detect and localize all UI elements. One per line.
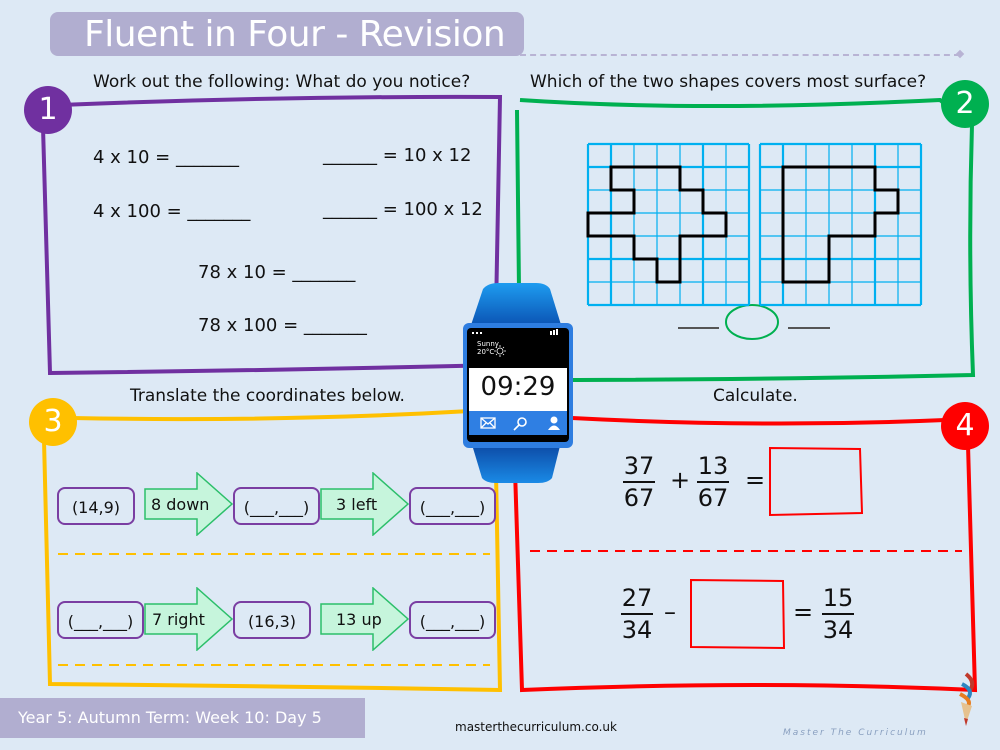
question-badge-2: 2 (941, 80, 989, 128)
q4-frame (513, 416, 978, 693)
pencil-logo-icon (959, 672, 975, 726)
coordinate-box: (14,9) (57, 487, 135, 525)
q1-prompt: Work out the following: What do you noti… (93, 72, 471, 92)
grid-shape-b (758, 142, 923, 307)
fraction: 13 67 (697, 452, 729, 512)
q4-prompt: Calculate. (713, 386, 798, 406)
translation-label: 8 down (151, 495, 210, 514)
coordinate-box: (___,___) (409, 487, 496, 525)
comparison-ellipse (725, 304, 779, 340)
coordinate-box: (___,___) (233, 487, 320, 525)
translation-label: 3 left (336, 495, 378, 514)
fraction: 27 34 (621, 584, 653, 644)
question-badge-3: 3 (29, 398, 77, 446)
equals-sign: = (745, 466, 766, 494)
numerator: 37 (623, 452, 655, 480)
grid-shape-a (586, 142, 751, 307)
brand-logo-text: Master The Curriculum (783, 728, 928, 738)
numerator: 15 (822, 584, 854, 612)
website-link[interactable]: masterthecurriculum.co.uk (455, 720, 617, 734)
minus-operator: – (664, 598, 676, 626)
denominator: 67 (697, 484, 729, 512)
denominator: 34 (621, 616, 653, 644)
answer-box-2 (690, 578, 786, 650)
question-badge-1: 1 (24, 86, 72, 134)
q1-equation: ______ = 100 x 12 (323, 199, 483, 220)
q3-frame (42, 408, 503, 693)
answer-box-1 (769, 446, 864, 517)
coordinate-box: (16,3) (233, 601, 311, 639)
equals-sign: = (793, 598, 814, 626)
footer-label: Year 5: Autumn Term: Week 10: Day 5 (18, 708, 322, 727)
q1-equation: 78 x 100 = _______ (198, 315, 367, 336)
translation-label: 13 up (336, 610, 382, 629)
fraction: 37 67 (623, 452, 655, 512)
watch-weather: Sunny 20°C (477, 340, 499, 356)
denominator: 67 (623, 484, 655, 512)
fraction: 15 34 (822, 584, 854, 644)
q1-equation: 4 x 100 = _______ (93, 201, 251, 222)
numerator: 27 (621, 584, 653, 612)
shape-outline (781, 165, 900, 284)
translation-label: 7 right (152, 610, 205, 629)
q1-equation: 78 x 10 = _______ (198, 262, 356, 283)
question-badge-4: 4 (941, 402, 989, 450)
coordinate-box: (___,___) (409, 601, 496, 639)
watch-time: 09:29 (480, 372, 556, 402)
q2-prompt: Which of the two shapes covers most surf… (530, 72, 927, 92)
coordinate-box: (___,___) (57, 601, 144, 639)
numerator: 13 (697, 452, 729, 480)
plus-operator: + (670, 466, 691, 494)
q1-equation: ______ = 10 x 12 (323, 145, 472, 166)
q3-prompt: Translate the coordinates below. (130, 386, 405, 406)
q1-equation: 4 x 10 = _______ (93, 147, 239, 168)
denominator: 34 (822, 616, 854, 644)
